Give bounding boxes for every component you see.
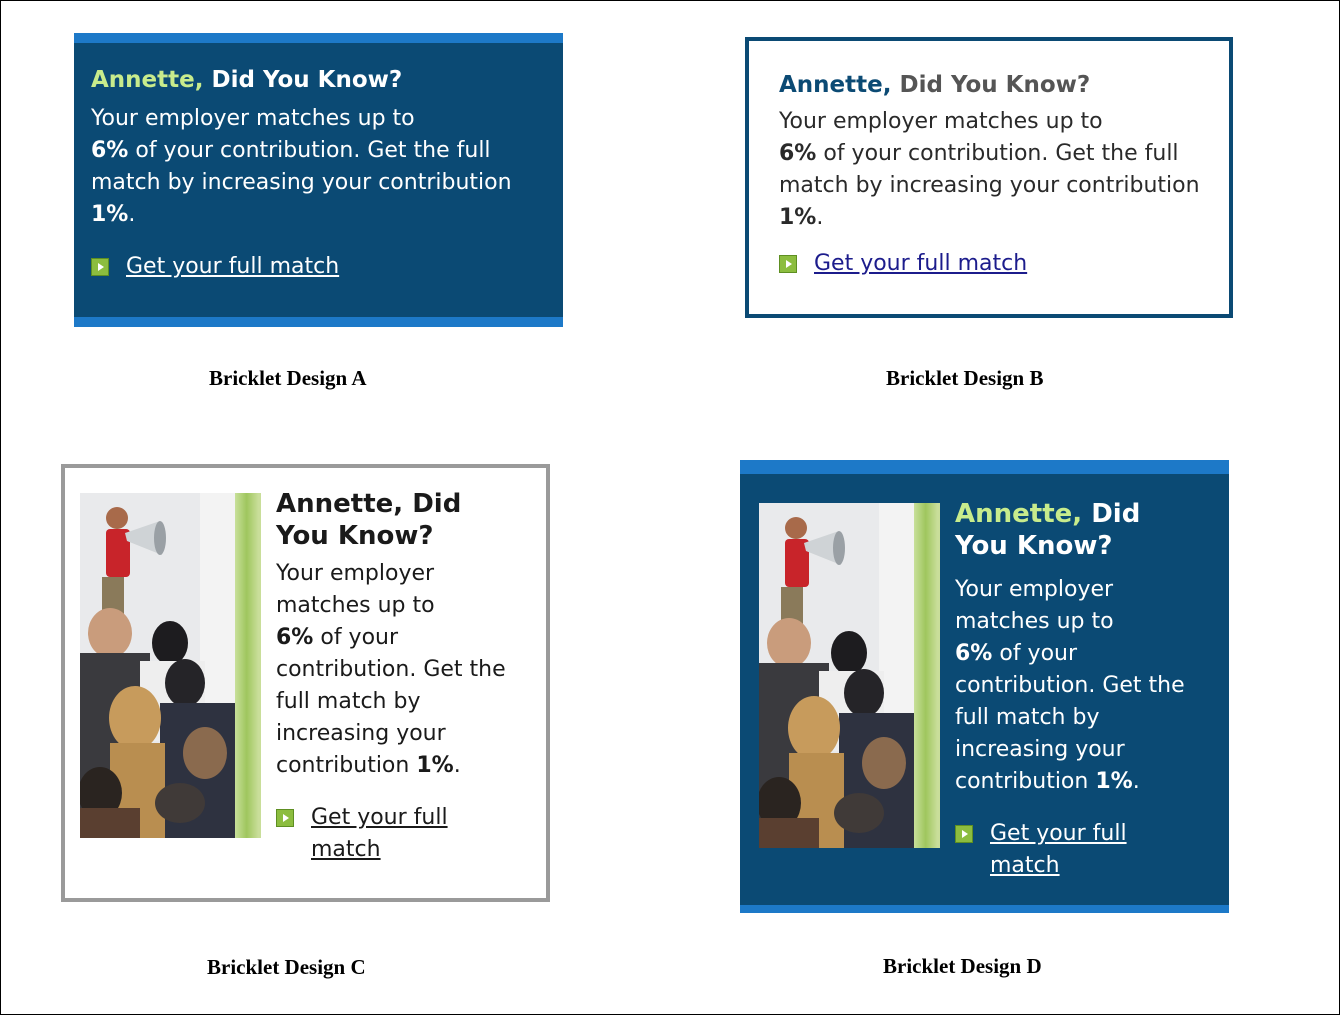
bricklet-body: Your employer matches up to 6% of your co… bbox=[955, 577, 1185, 794]
get-full-match-link[interactable]: Get your full match bbox=[814, 248, 1027, 280]
bottom-accent-band bbox=[740, 905, 1229, 913]
get-full-match-link[interactable]: Get your full match bbox=[126, 251, 339, 283]
green-accent-stripe bbox=[235, 493, 261, 838]
bricklet-design-d: Annette, Did You Know? Your employer mat… bbox=[740, 460, 1229, 913]
green-arrow-icon bbox=[91, 258, 109, 276]
top-accent-band bbox=[74, 33, 563, 43]
bricklet-heading: Annette, Did You Know? bbox=[955, 499, 1141, 561]
bricklet-heading: Annette, Did You Know? bbox=[276, 489, 462, 551]
megaphone-crowd-photo bbox=[80, 493, 235, 838]
bottom-accent-band bbox=[74, 317, 563, 327]
bricklet-design-a: Annette, Did You Know? Your employer mat… bbox=[74, 33, 563, 327]
bricklet-body: Your employer matches up to 6% of your co… bbox=[91, 106, 512, 227]
top-accent-band bbox=[740, 460, 1229, 474]
bricklet-heading: Annette, Did You Know? bbox=[779, 72, 1091, 98]
green-arrow-icon bbox=[276, 809, 294, 827]
bricklet-body: Your employer matches up to 6% of your co… bbox=[276, 561, 506, 778]
bricklet-design-b: Annette, Did You Know? Your employer mat… bbox=[745, 37, 1233, 318]
green-arrow-icon bbox=[955, 825, 973, 843]
green-arrow-icon bbox=[779, 255, 797, 273]
get-full-match-link[interactable]: Get your full match bbox=[311, 802, 481, 866]
megaphone-crowd-photo bbox=[759, 503, 914, 848]
bricklet-design-c: Annette, Did You Know? Your employer mat… bbox=[61, 464, 550, 902]
bricklet-body: Your employer matches up to 6% of your co… bbox=[779, 109, 1200, 230]
caption-design-c: Bricklet Design C bbox=[207, 955, 366, 979]
caption-design-b: Bricklet Design B bbox=[886, 366, 1044, 390]
bricklet-heading: Annette, Did You Know? bbox=[91, 67, 403, 93]
caption-design-d: Bricklet Design D bbox=[883, 954, 1042, 978]
green-accent-stripe bbox=[914, 503, 940, 848]
caption-design-a: Bricklet Design A bbox=[209, 366, 367, 390]
get-full-match-link[interactable]: Get your full match bbox=[990, 818, 1160, 882]
